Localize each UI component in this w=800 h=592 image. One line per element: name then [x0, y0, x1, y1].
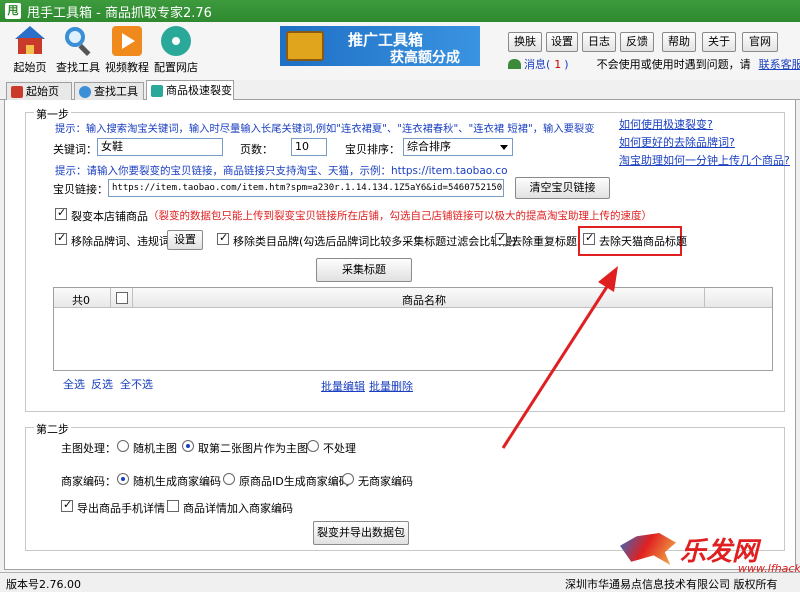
annotation-arrow — [501, 266, 618, 449]
arrow-head — [598, 266, 618, 292]
version-text: 版本号2.76.00 — [6, 578, 81, 591]
status-bar: 版本号2.76.00 深圳市华通易点信息技术有限公司 版权所有 — [0, 572, 800, 592]
watermark: 乐发网 www.lfhacks.com — [620, 525, 800, 575]
bull-logo-icon — [620, 533, 676, 565]
arrow-shaft — [501, 281, 612, 449]
copyright-text: 深圳市华通易点信息技术有限公司 版权所有 — [565, 578, 778, 591]
